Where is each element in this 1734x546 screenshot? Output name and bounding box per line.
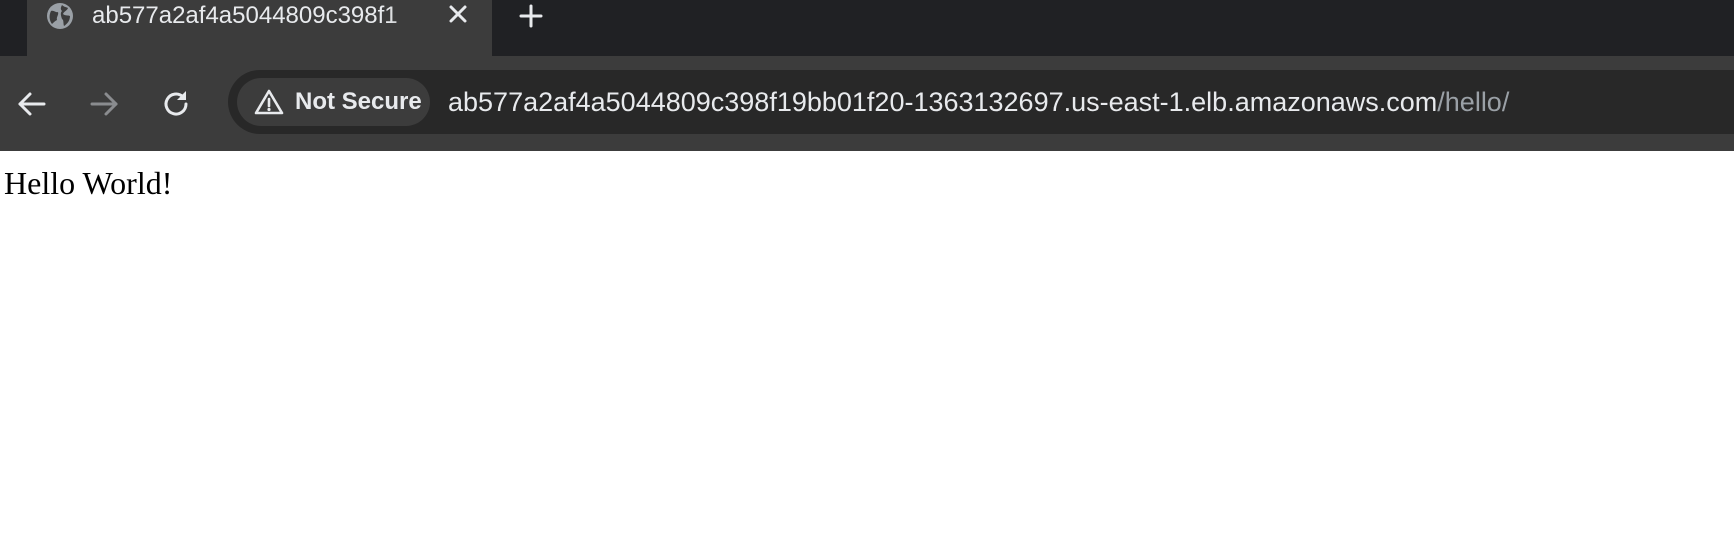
browser-toolbar: Not Secure ab577a2af4a5044809c398f19bb01… <box>0 56 1734 151</box>
active-tab[interactable]: ab577a2af4a5044809c398f1 <box>27 0 492 56</box>
security-label: Not Secure <box>295 88 422 115</box>
security-chip[interactable]: Not Secure <box>237 78 430 126</box>
arrow-right-icon[interactable] <box>84 84 124 124</box>
tab-strip-edge <box>0 0 27 56</box>
arrow-left-icon[interactable] <box>12 84 52 124</box>
url-host: ab577a2af4a5044809c398f19bb01f20-1363132… <box>448 87 1438 117</box>
close-icon[interactable] <box>447 3 469 25</box>
url-path: /hello/ <box>1437 87 1510 117</box>
tab-strip: ab577a2af4a5044809c398f1 <box>0 0 1734 56</box>
page-text: Hello World! <box>4 165 173 201</box>
page-content: Hello World! <box>0 151 1734 546</box>
url-text[interactable]: ab577a2af4a5044809c398f19bb01f20-1363132… <box>448 70 1509 134</box>
address-bar[interactable]: Not Secure ab577a2af4a5044809c398f19bb01… <box>228 70 1734 134</box>
globe-icon <box>47 3 73 29</box>
tab-title: ab577a2af4a5044809c398f1 <box>92 2 398 29</box>
reload-icon[interactable] <box>156 84 196 124</box>
plus-icon[interactable] <box>518 3 544 29</box>
warning-triangle-icon <box>254 89 284 115</box>
